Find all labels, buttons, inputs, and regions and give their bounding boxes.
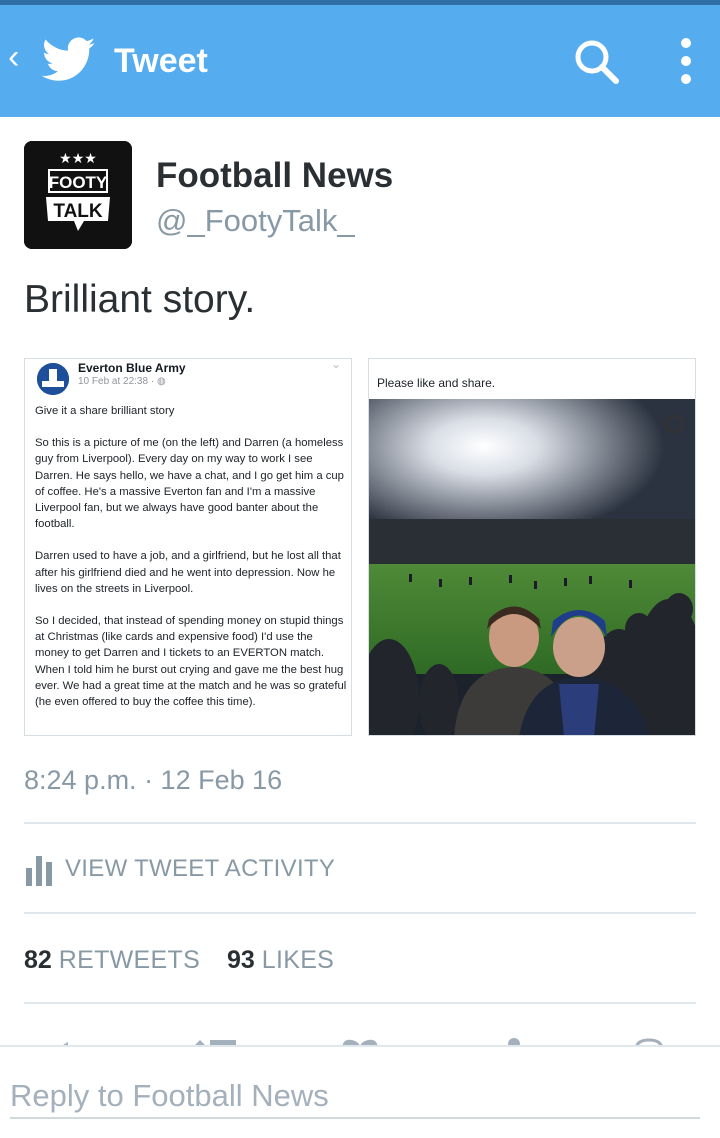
post-page-name: Everton Blue Army <box>78 361 186 375</box>
everton-crest-icon <box>37 363 69 395</box>
tweet-stats: 82 RETWEETS 93 LIKES <box>24 944 354 976</box>
divider <box>24 822 696 824</box>
tweet-text: Brilliant story. <box>24 278 256 321</box>
view-tweet-activity-link[interactable]: VIEW TWEET ACTIVITY <box>65 855 335 883</box>
bar-chart-icon[interactable] <box>26 850 54 886</box>
reply-bar <box>0 1045 720 1138</box>
chevron-down-icon: ⌄ <box>331 358 342 371</box>
avatar[interactable]: ★★★ FOOTY TALK <box>24 141 132 249</box>
avatar-stars: ★★★ <box>59 151 97 167</box>
stadium-photo <box>369 399 695 735</box>
reply-input[interactable] <box>10 1075 700 1119</box>
divider <box>24 912 696 914</box>
divider <box>24 1002 696 1004</box>
post-body: Give it a share brilliant story So this … <box>35 403 349 726</box>
likes-label[interactable]: LIKES <box>262 946 334 974</box>
post-paragraph: So this is a picture of me (on the left)… <box>35 437 344 531</box>
globe-icon: ◍ <box>156 376 166 387</box>
author-display-name[interactable]: Football News <box>156 155 393 197</box>
retweet-count[interactable]: 82 <box>24 946 52 974</box>
tweet-image-stadium-photo[interactable]: Please like and share. <box>368 358 696 736</box>
tweet-image-facebook-post[interactable]: Everton Blue Army 10 Feb at 22:38 · ◍ ⌄ … <box>24 358 352 736</box>
page-title: Tweet <box>114 42 208 80</box>
retweets-label[interactable]: RETWEETS <box>59 946 200 974</box>
chevron-left-icon[interactable]: ‹ <box>8 37 32 77</box>
twitter-bird-icon <box>42 37 96 81</box>
search-icon[interactable] <box>572 37 622 87</box>
post-date: 10 Feb at 22:38 · ◍ <box>78 376 166 387</box>
tweet-timestamp: 8:24 p.m. · 12 Feb 16 <box>24 765 283 795</box>
post-paragraph: Darren used to have a job, and a girlfri… <box>35 550 341 595</box>
avatar-text-footy: FOOTY <box>49 173 108 192</box>
author-handle[interactable]: @_FootyTalk_ <box>156 202 355 240</box>
app-bar: ‹ Tweet <box>0 5 720 117</box>
post-paragraph: Give it a share brilliant story <box>35 405 175 417</box>
like-count[interactable]: 93 <box>227 946 255 974</box>
avatar-text-talk: TALK <box>53 201 103 222</box>
post-paragraph: So I decided, that instead of spending m… <box>35 615 347 709</box>
photo-caption: Please like and share. <box>377 376 496 390</box>
more-vertical-icon[interactable] <box>666 35 706 89</box>
